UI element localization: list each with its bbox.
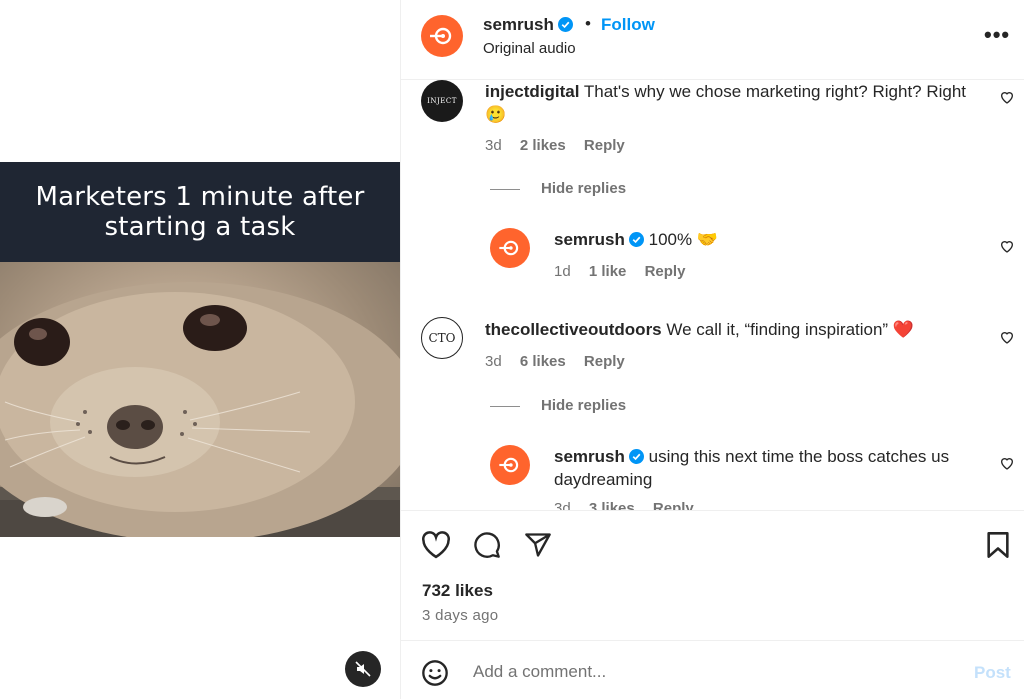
seal-image <box>0 262 400 537</box>
media-panel: Marketers 1 minute after starting a task <box>0 0 400 699</box>
reply-username[interactable]: semrush <box>554 230 625 249</box>
video-caption: Marketers 1 minute after starting a task <box>35 182 365 242</box>
commenter-avatar[interactable]: INJECT <box>421 80 463 122</box>
verified-badge-icon <box>628 449 644 464</box>
post-details-panel: semrush • Follow Original audio ••• INJE… <box>400 0 1024 699</box>
reply-time[interactable]: 3d <box>554 500 571 510</box>
post-header: semrush • Follow Original audio ••• <box>401 0 1024 80</box>
share-paper-plane-icon[interactable] <box>524 531 552 559</box>
author-username[interactable]: semrush <box>483 15 573 35</box>
reply-time[interactable]: 1d <box>554 263 571 280</box>
comment-like-heart-icon[interactable] <box>999 89 1015 105</box>
hide-replies-button[interactable]: Hide replies <box>541 397 626 414</box>
comment-username[interactable]: injectdigital <box>485 82 579 101</box>
hide-replies-button[interactable]: Hide replies <box>541 180 626 197</box>
reply-body: semrush 100% 🤝 <box>554 228 974 251</box>
hide-replies-divider <box>490 406 520 407</box>
reply-meta: 3d 3 likes Reply <box>554 500 708 510</box>
reply-button[interactable]: Reply <box>584 137 625 154</box>
post-timestamp[interactable]: 3 days ago <box>422 607 498 624</box>
reply-avatar[interactable] <box>490 228 530 268</box>
more-options-button[interactable]: ••• <box>984 22 1010 48</box>
comments-list[interactable]: INJECT injectdigital That's why we chose… <box>401 80 1024 510</box>
avatar-text: INJECT <box>427 97 457 105</box>
emoji-smiley-icon[interactable] <box>421 659 449 687</box>
reply-avatar[interactable] <box>490 445 530 485</box>
semrush-logo-icon <box>430 27 452 45</box>
mute-toggle-button[interactable] <box>345 651 381 687</box>
comment-username[interactable]: thecollectiveoutdoors <box>485 320 662 339</box>
author-avatar[interactable] <box>421 15 463 57</box>
comment-body: thecollectiveoutdoors We call it, “findi… <box>485 318 985 341</box>
follow-button[interactable]: Follow <box>601 15 655 35</box>
comment-time[interactable]: 3d <box>485 137 502 154</box>
reply-likes[interactable]: 3 likes <box>589 500 635 510</box>
comment-like-heart-icon[interactable] <box>999 329 1015 345</box>
post-actions: 732 likes 3 days ago <box>401 510 1024 640</box>
audio-label[interactable]: Original audio <box>483 40 576 57</box>
reply-like-heart-icon[interactable] <box>999 238 1015 254</box>
comment-bubble-icon[interactable] <box>473 531 501 559</box>
semrush-logo-icon <box>499 457 519 473</box>
reply-username[interactable]: semrush <box>554 447 625 466</box>
verified-badge-icon <box>628 232 644 247</box>
comment-time[interactable]: 3d <box>485 353 502 370</box>
comment-text: We call it, “finding inspiration” ❤️ <box>666 320 914 339</box>
reel-video[interactable]: Marketers 1 minute after starting a task <box>0 162 400 537</box>
reply-button[interactable]: Reply <box>645 263 686 280</box>
reply-body: semrush using this next time the boss ca… <box>554 445 974 491</box>
post-like-count[interactable]: 732 likes <box>422 581 493 601</box>
comment-meta: 3d 2 likes Reply <box>485 137 639 154</box>
avatar-text: CTO <box>428 331 456 345</box>
add-comment-bar: Post <box>401 640 1024 699</box>
reply-like-heart-icon[interactable] <box>999 455 1015 471</box>
verified-badge-icon <box>557 17 573 32</box>
reply-meta: 1d 1 like Reply <box>554 263 699 280</box>
seal-illustration <box>0 282 400 537</box>
reply-button[interactable]: Reply <box>653 500 694 510</box>
reply-text: 100% 🤝 <box>648 230 718 249</box>
comment-body: injectdigital That's why we chose market… <box>485 80 975 126</box>
semrush-logo-icon <box>499 240 519 256</box>
save-bookmark-icon[interactable] <box>986 531 1010 559</box>
comment-meta: 3d 6 likes Reply <box>485 353 639 370</box>
post-comment-button[interactable]: Post <box>974 663 1011 683</box>
reply-button[interactable]: Reply <box>584 353 625 370</box>
like-heart-icon[interactable] <box>421 531 451 559</box>
comment-likes[interactable]: 6 likes <box>520 353 566 370</box>
commenter-avatar[interactable]: CTO <box>421 317 463 359</box>
video-caption-band: Marketers 1 minute after starting a task <box>0 162 400 262</box>
comment-input[interactable] <box>473 661 943 683</box>
header-separator: • <box>585 14 591 33</box>
author-username-text[interactable]: semrush <box>483 15 554 34</box>
reply-likes[interactable]: 1 like <box>589 263 627 280</box>
hide-replies-divider <box>490 189 520 190</box>
speaker-muted-icon <box>355 661 371 677</box>
comment-likes[interactable]: 2 likes <box>520 137 566 154</box>
